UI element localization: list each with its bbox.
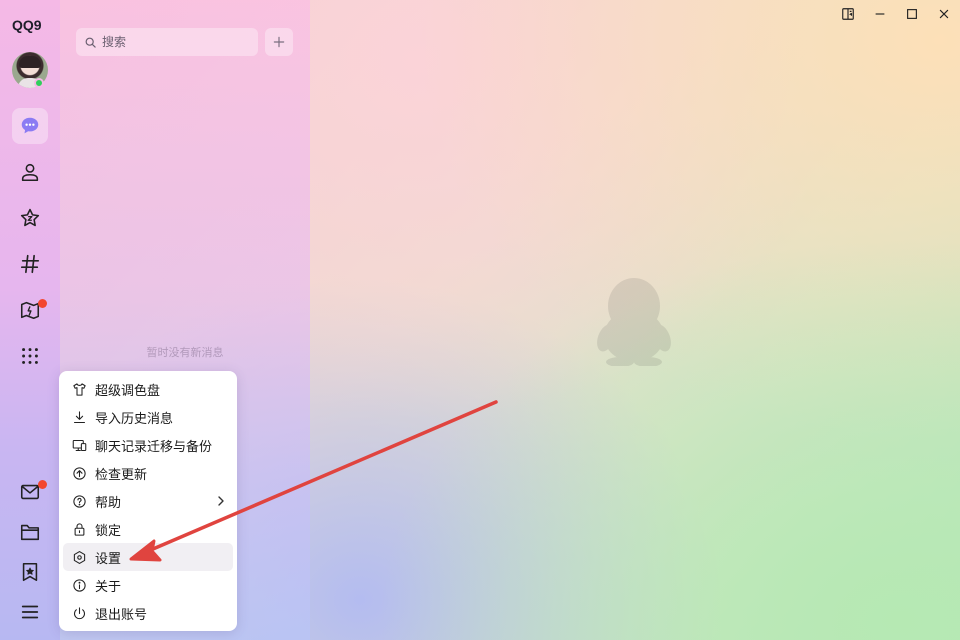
chevron-right-icon	[218, 496, 224, 506]
info-circle-icon	[72, 578, 86, 592]
menu-item-lock[interactable]: 锁定	[63, 515, 233, 543]
menu-item-check-update[interactable]: 检查更新	[63, 459, 233, 487]
sidebar-item-channels[interactable]	[12, 246, 48, 282]
sidebar-item-bookmarks[interactable]	[12, 554, 48, 590]
minimize-button[interactable]	[868, 4, 892, 24]
add-button[interactable]	[265, 28, 293, 56]
question-circle-icon	[72, 494, 86, 508]
menu-item-chat-backup[interactable]: 聊天记录迁移与备份	[63, 431, 233, 459]
sidebar-item-main-menu[interactable]	[12, 594, 48, 630]
chat-bubble-icon	[21, 117, 39, 134]
menu-item-label: 导入历史消息	[95, 411, 174, 427]
menu-item-label: 设置	[95, 551, 122, 567]
qq-window: QQ9 搜索 暂时没有新消息 超级调色盘 导入历史消息 聊天记录迁移与备份 检查…	[0, 0, 960, 640]
menu-item-label: 退出账号	[95, 607, 148, 623]
left-sidebar: QQ9	[0, 0, 60, 640]
sidebar-item-apps[interactable]	[12, 338, 48, 374]
maximize-icon	[907, 9, 917, 19]
close-icon	[939, 9, 949, 19]
lock-icon	[74, 522, 84, 536]
menu-item-label: 检查更新	[95, 467, 148, 483]
sidebar-item-contacts[interactable]	[12, 154, 48, 190]
menu-item-import-history[interactable]: 导入历史消息	[63, 403, 233, 431]
menu-icon	[21, 605, 39, 619]
empty-chat-list-text: 暂时没有新消息	[146, 346, 224, 359]
close-button[interactable]	[932, 4, 956, 24]
hashtag-icon	[20, 254, 40, 274]
menu-item-label: 超级调色盘	[95, 383, 161, 399]
device-transfer-icon	[72, 439, 86, 451]
menu-item-settings[interactable]: 设置	[63, 543, 233, 571]
star-icon	[20, 208, 40, 227]
minimize-icon	[875, 13, 885, 15]
tshirt-icon	[72, 382, 86, 396]
search-icon	[85, 37, 96, 48]
pin-window-icon	[842, 8, 854, 20]
download-icon	[73, 410, 85, 423]
contacts-icon	[21, 163, 39, 182]
bookmark-star-icon	[22, 562, 38, 582]
plus-icon	[273, 36, 285, 48]
hexagon-settings-icon	[73, 550, 85, 564]
sidebar-item-favorites[interactable]	[12, 200, 48, 236]
power-icon	[73, 606, 85, 619]
main-menu-popup: 超级调色盘 导入历史消息 聊天记录迁移与备份 检查更新 帮助 锁定 设置 关于 …	[59, 371, 237, 631]
notification-badge	[38, 299, 47, 308]
folder-icon	[20, 524, 40, 541]
menu-item-label: 锁定	[95, 523, 122, 539]
maximize-button[interactable]	[900, 4, 924, 24]
apps-grid-icon	[22, 348, 38, 364]
qq-penguin-watermark	[597, 278, 671, 366]
sidebar-item-zone[interactable]	[12, 292, 48, 328]
menu-item-help[interactable]: 帮助	[63, 487, 233, 515]
notification-badge	[38, 480, 47, 489]
menu-item-label: 帮助	[95, 495, 122, 511]
search-input[interactable]	[102, 35, 242, 49]
sidebar-item-files[interactable]	[12, 514, 48, 550]
menu-item-label: 聊天记录迁移与备份	[95, 439, 213, 455]
menu-item-label: 关于	[95, 579, 122, 595]
menu-item-palette[interactable]: 超级调色盘	[63, 375, 233, 403]
search-box[interactable]	[76, 28, 258, 56]
online-status-dot	[34, 78, 44, 88]
sidebar-item-messages[interactable]	[12, 108, 48, 144]
menu-item-logout[interactable]: 退出账号	[63, 599, 233, 627]
upload-circle-icon	[72, 466, 86, 480]
pin-window-button[interactable]	[836, 4, 860, 24]
menu-item-about[interactable]: 关于	[63, 571, 233, 599]
app-logo: QQ9	[12, 17, 42, 33]
